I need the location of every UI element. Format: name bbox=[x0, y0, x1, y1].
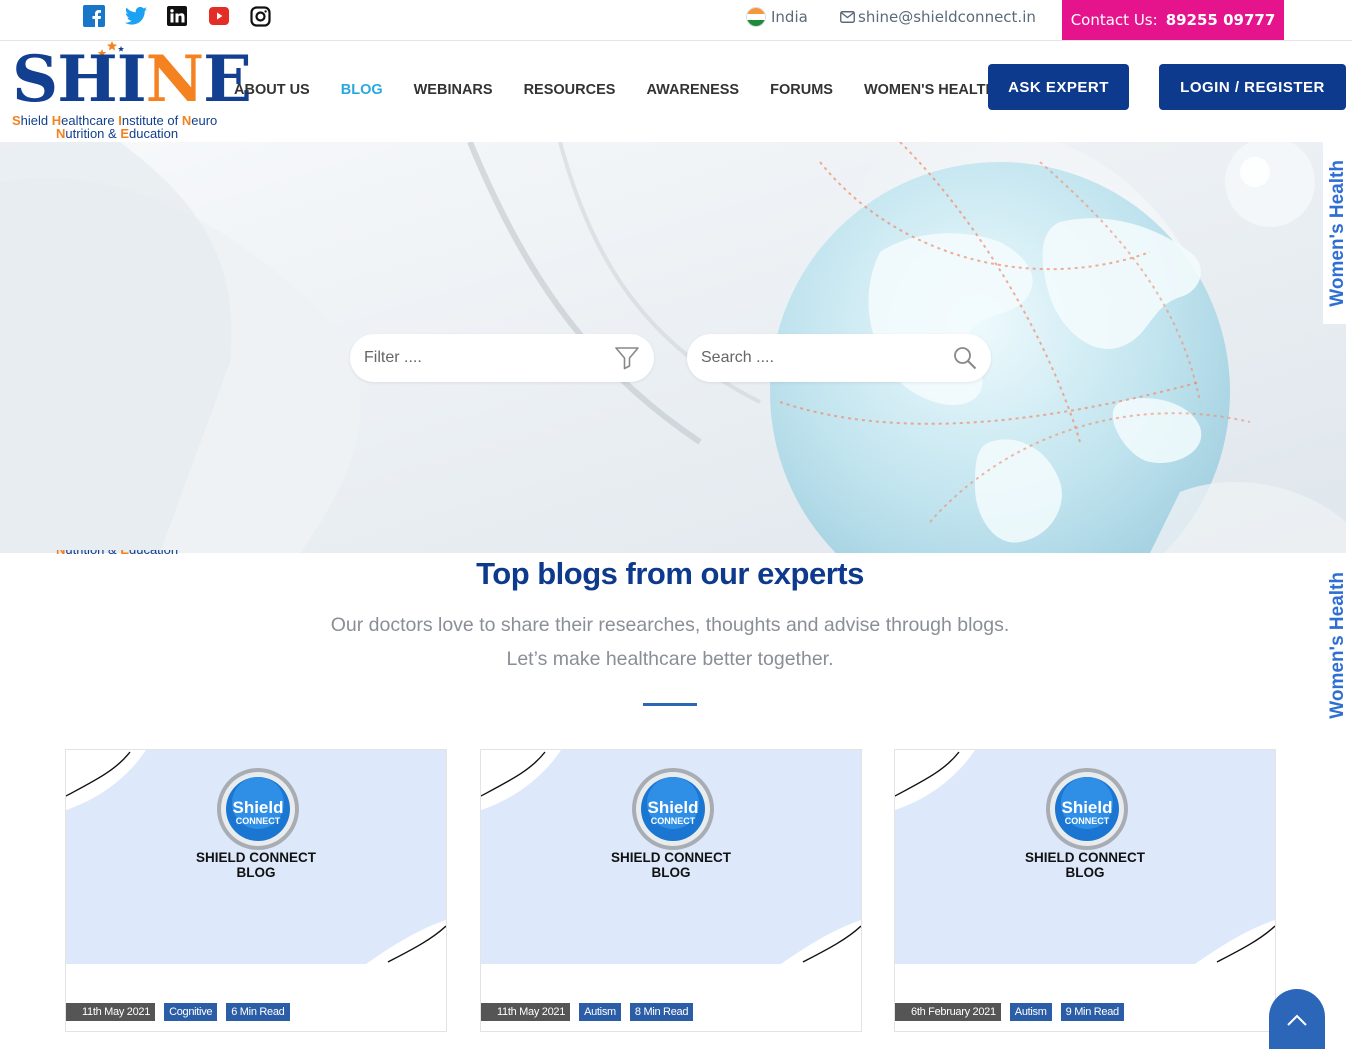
chevron-up-icon bbox=[1287, 1014, 1307, 1026]
shine-logo[interactable]: SHINE Shield Healthcare Institute of Neu… bbox=[12, 40, 252, 142]
hero-banner bbox=[0, 142, 1346, 553]
section-title: Top blogs from our experts bbox=[476, 556, 864, 591]
search-input[interactable] bbox=[701, 349, 953, 367]
shield-connect-badge: Shield CONNECT bbox=[632, 768, 714, 850]
blog-card-image: Shield CONNECT SHIELD CONNECT BLOG bbox=[66, 750, 446, 964]
blog-read-time-tag: 6 Min Read bbox=[226, 1003, 290, 1021]
search-icon[interactable] bbox=[953, 346, 977, 370]
blog-date-tag: 11th May 2021 bbox=[481, 1003, 571, 1021]
blog-read-time-tag: 8 Min Read bbox=[629, 1003, 694, 1021]
contact-box[interactable]: Contact Us: 89255 09777 bbox=[1062, 0, 1284, 40]
blog-card-title: SHIELD CONNECT BLOG bbox=[610, 850, 731, 880]
logo-wordmark: SHINE bbox=[12, 42, 252, 117]
blog-category-tag[interactable]: Autism bbox=[1009, 1003, 1052, 1021]
shield-connect-badge: Shield CONNECT bbox=[1046, 768, 1128, 850]
blog-card[interactable]: Shield CONNECT SHIELD CONNECT BLOG 6th Fe… bbox=[894, 749, 1276, 1032]
blog-category-tag[interactable]: Autism bbox=[579, 1003, 621, 1021]
blog-card-image: Shield CONNECT SHIELD CONNECT BLOG bbox=[895, 750, 1275, 964]
nav-forums[interactable]: FORUMS bbox=[770, 82, 833, 98]
blog-card-tags: 11th May 2021 Cognitive 6 Min Read bbox=[66, 1003, 290, 1021]
section-subtitle-line2: Let’s make healthcare better together. bbox=[506, 648, 834, 670]
instagram-icon[interactable] bbox=[249, 5, 271, 27]
mail-icon bbox=[840, 11, 855, 23]
filter-input[interactable] bbox=[364, 349, 614, 367]
side-tab-label-2: Women's Health bbox=[1326, 571, 1348, 719]
svg-text:CONNECT: CONNECT bbox=[1065, 816, 1110, 826]
blog-card-image: Shield CONNECT SHIELD CONNECT BLOG bbox=[481, 750, 861, 964]
filter-funnel-icon[interactable] bbox=[614, 346, 640, 370]
nav-resources[interactable]: RESOURCES bbox=[524, 82, 616, 98]
twitter-icon[interactable] bbox=[125, 5, 147, 27]
svg-text:Shield: Shield bbox=[647, 798, 698, 817]
filter-field[interactable] bbox=[350, 334, 654, 382]
blog-card-title: SHIELD CONNECT BLOG bbox=[1024, 850, 1145, 880]
top-bar: India shine@shieldconnect.in Contact Us:… bbox=[0, 0, 1352, 41]
country-selector[interactable]: India bbox=[746, 6, 808, 28]
womens-health-side-tab[interactable]: Women's Health bbox=[1323, 142, 1352, 324]
nav-womens-health[interactable]: WOMEN'S HEALTH bbox=[864, 82, 996, 98]
shield-connect-badge: Shield CONNECT bbox=[217, 768, 299, 850]
blog-category-tag[interactable]: Cognitive bbox=[164, 1003, 218, 1021]
logo-tagline: Shield Healthcare Institute of Neuro Nut… bbox=[12, 113, 218, 141]
contact-number[interactable]: 89255 09777 bbox=[1166, 11, 1276, 29]
blog-read-time-tag: 9 Min Read bbox=[1060, 1003, 1124, 1021]
youtube-icon[interactable] bbox=[208, 5, 230, 27]
blog-card[interactable]: Shield CONNECT SHIELD CONNECT BLOG 11th M… bbox=[480, 749, 862, 1032]
country-label: India bbox=[771, 8, 808, 26]
section-divider bbox=[643, 703, 697, 706]
login-register-button[interactable]: LOGIN / REGISTER bbox=[1159, 64, 1346, 110]
nav-webinars[interactable]: WEBINARS bbox=[414, 82, 493, 98]
nav-awareness[interactable]: AWARENESS bbox=[646, 82, 739, 98]
nav-about-us[interactable]: ABOUT US bbox=[234, 82, 310, 98]
linkedin-icon[interactable] bbox=[166, 5, 188, 27]
section-subtitle-line1: Our doctors love to share their research… bbox=[330, 614, 1010, 636]
ask-expert-button[interactable]: ASK EXPERT bbox=[988, 64, 1129, 110]
svg-text:Shield: Shield bbox=[1061, 798, 1112, 817]
facebook-icon[interactable] bbox=[83, 5, 105, 27]
side-tab-label: Women's Health bbox=[1326, 159, 1348, 307]
blog-card-title: SHIELD CONNECT BLOG bbox=[195, 850, 316, 880]
nav-blog[interactable]: BLOG bbox=[341, 82, 383, 98]
blog-card[interactable]: Shield CONNECT SHIELD CONNECT BLOG 11th M… bbox=[65, 749, 447, 1032]
hero-globe-image bbox=[0, 142, 1346, 553]
svg-text:CONNECT: CONNECT bbox=[236, 816, 281, 826]
svg-text:Shield: Shield bbox=[232, 798, 283, 817]
scroll-to-top-button[interactable] bbox=[1269, 989, 1325, 1049]
main-nav: ABOUT US BLOG WEBINARS RESOURCES AWARENE… bbox=[234, 82, 996, 98]
contact-label: Contact Us: bbox=[1070, 11, 1158, 29]
search-field[interactable] bbox=[687, 334, 991, 382]
blog-card-tags: 6th February 2021 Autism 9 Min Read bbox=[895, 1003, 1124, 1021]
svg-text:CONNECT: CONNECT bbox=[651, 816, 696, 826]
blog-card-tags: 11th May 2021 Autism 8 Min Read bbox=[481, 1003, 694, 1021]
blog-date-tag: 6th February 2021 bbox=[895, 1003, 1001, 1021]
blog-date-tag: 11th May 2021 bbox=[66, 1003, 156, 1021]
email-label: shine@shieldconnect.in bbox=[858, 8, 1036, 26]
india-flag-icon bbox=[746, 7, 766, 27]
email-link[interactable]: shine@shieldconnect.in bbox=[840, 6, 1036, 28]
